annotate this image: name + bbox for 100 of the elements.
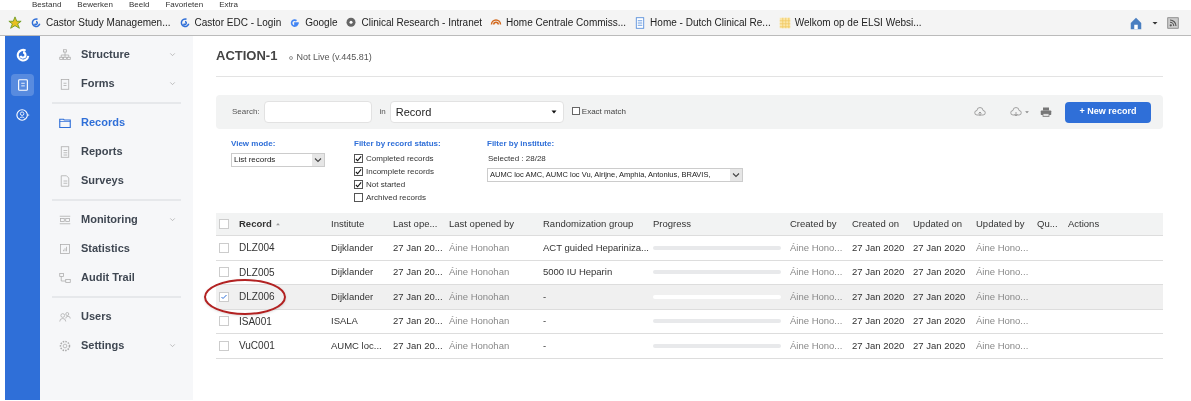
star-icon <box>8 15 22 30</box>
status-checkbox[interactable]: Not started <box>354 179 487 190</box>
row-checkbox[interactable] <box>219 267 229 278</box>
favorite-link[interactable]: Clinical Research - Intranet <box>345 15 483 30</box>
new-record-button[interactable]: + New record <box>1065 101 1151 123</box>
caret-icon <box>549 108 558 116</box>
table-cell-text: 27 Jan 2020 <box>852 338 906 353</box>
monitor-icon <box>59 213 71 226</box>
table-cell-text: VuC001 <box>239 339 276 354</box>
table-cell-text: 27 Jan 20... <box>393 314 444 329</box>
column-header[interactable]: Actions <box>1068 216 1163 232</box>
in-label: in <box>379 106 386 118</box>
sort-up-icon <box>274 221 281 227</box>
favorite-link[interactable]: Castor Study Managemen... <box>30 15 171 30</box>
select-all-checkbox[interactable] <box>219 219 229 229</box>
sidebar-item[interactable]: Structure <box>52 40 181 69</box>
table-cell-text: - <box>543 289 548 304</box>
sidebar-item[interactable]: Forms <box>52 69 181 98</box>
column-header[interactable]: Progress <box>653 216 790 232</box>
search-scope-dropdown[interactable]: Record <box>389 101 564 123</box>
sidebar-item[interactable]: Monitoring <box>52 205 181 234</box>
table-cell-text: - <box>543 338 548 353</box>
table-cell-text: Dijklander <box>331 240 375 255</box>
row-checkbox[interactable] <box>219 242 229 253</box>
column-header[interactable]: Institute <box>331 216 393 232</box>
table-cell-text: 27 Jan 2020 <box>852 314 906 329</box>
exact-match-checkbox[interactable]: Exact match <box>571 106 626 118</box>
hierarchy-icon <box>59 48 71 61</box>
table-cell-text: Áine Honohan <box>449 289 511 304</box>
spiral-icon <box>30 16 42 29</box>
chevron-down-icon <box>168 79 177 88</box>
table-row[interactable]: DLZ006 Dijklander 27 Jan 20... Áine Honohan - Áine Hono... 27 Jan 2020 27 Jan 2020 Áine Hono... <box>216 285 1163 310</box>
chevron-down-icon <box>168 341 177 350</box>
table-cell-text: Áine Hono... <box>976 314 1030 329</box>
search-field[interactable] <box>263 101 372 123</box>
row-checkbox[interactable] <box>219 340 229 351</box>
status-checkbox[interactable]: Incomplete records <box>354 166 487 177</box>
table-cell-text: 27 Jan 20... <box>393 289 444 304</box>
sidebar-item[interactable]: Settings <box>52 331 181 360</box>
rail-button[interactable] <box>11 74 34 96</box>
menu-item[interactable]: Favorieten <box>165 0 204 10</box>
table-cell-text: ISALA <box>331 314 359 329</box>
sidebar-item[interactable]: Records <box>52 108 181 137</box>
column-header[interactable]: Last ope... <box>393 216 449 232</box>
column-header[interactable]: Updated by <box>976 216 1037 232</box>
status-checkbox[interactable]: Completed records <box>354 153 487 164</box>
status-checkbox[interactable]: Archived records <box>354 192 487 203</box>
table-cell-text: DLZ006 <box>239 290 276 305</box>
favorite-link[interactable]: Home Centrale Commiss... <box>490 15 627 30</box>
chevron-down-icon <box>168 215 177 224</box>
menu-item[interactable]: Bestand <box>32 0 62 10</box>
column-header[interactable]: Created on <box>852 216 913 232</box>
table-cell-text: 27 Jan 2020 <box>913 265 967 280</box>
favorite-link[interactable]: Castor EDC - Login <box>178 15 282 30</box>
row-checkbox[interactable] <box>219 316 229 327</box>
table-cell-text: 27 Jan 2020 <box>913 338 967 353</box>
table-cell-text: Áine Hono... <box>976 265 1030 280</box>
menu-item[interactable]: Extra <box>219 0 238 10</box>
column-header[interactable]: Qu... <box>1037 216 1068 232</box>
column-header[interactable]: Created by <box>790 216 852 232</box>
sidebar-item[interactable]: Audit Trail <box>52 263 181 292</box>
spiral-icon <box>178 16 191 29</box>
home-icon <box>1129 15 1143 30</box>
rss-feed-icon <box>1167 16 1179 29</box>
table-cell-text: ACT guided Hepariniza... <box>543 240 650 255</box>
favorite-link[interactable]: Home - Dutch Clinical Re... <box>634 15 771 30</box>
view-mode-heading: View mode: <box>231 138 277 150</box>
folder-icon <box>59 116 71 129</box>
sidebar-item[interactable]: Surveys <box>52 166 181 195</box>
table-cell-text: 27 Jan 2020 <box>913 289 967 304</box>
cloud-upload-icon <box>974 106 986 118</box>
study-title: ACTION-1 <box>216 47 278 65</box>
favorite-link[interactable]: Google <box>289 15 338 30</box>
sidebar-item[interactable]: Users <box>52 302 181 331</box>
spiral-logo-icon <box>15 48 30 62</box>
sidebar-item[interactable]: Statistics <box>52 234 181 263</box>
column-header[interactable]: Last opened by <box>449 216 543 232</box>
table-cell-text: Dijklander <box>331 265 375 280</box>
table-cell-text: 27 Jan 2020 <box>913 240 967 255</box>
bar-chart-icon <box>59 242 71 255</box>
table-cell-text: 27 Jan 20... <box>393 338 444 353</box>
notebook-icon <box>15 78 30 92</box>
table-cell-text: Áine Hono... <box>790 289 844 304</box>
column-header[interactable]: Updated on <box>913 216 976 232</box>
table-cell-text: Áine Hono... <box>790 338 844 353</box>
menu-item[interactable]: Bewerken <box>77 0 113 10</box>
table-cell-text: Áine Hono... <box>976 289 1030 304</box>
user-circle-icon <box>15 108 30 122</box>
column-header[interactable]: Randomization group <box>543 216 653 232</box>
table-cell-text: AUMC loc... <box>331 338 383 353</box>
menu-item[interactable]: Beeld <box>128 0 150 10</box>
column-header[interactable]: Record <box>239 216 331 232</box>
table-cell-text: Áine Hono... <box>790 314 844 329</box>
row-checkbox[interactable] <box>219 291 229 302</box>
view-mode-dropdown[interactable]: List records <box>231 153 325 167</box>
table-cell-text: 27 Jan 20... <box>393 265 444 280</box>
table-cell-text: 27 Jan 2020 <box>852 265 906 280</box>
table-cell-text: 27 Jan 2020 <box>852 240 906 255</box>
favorite-link[interactable]: Welkom op de ELSI Websi... <box>778 15 922 30</box>
sidebar-item[interactable]: Reports <box>52 137 181 166</box>
